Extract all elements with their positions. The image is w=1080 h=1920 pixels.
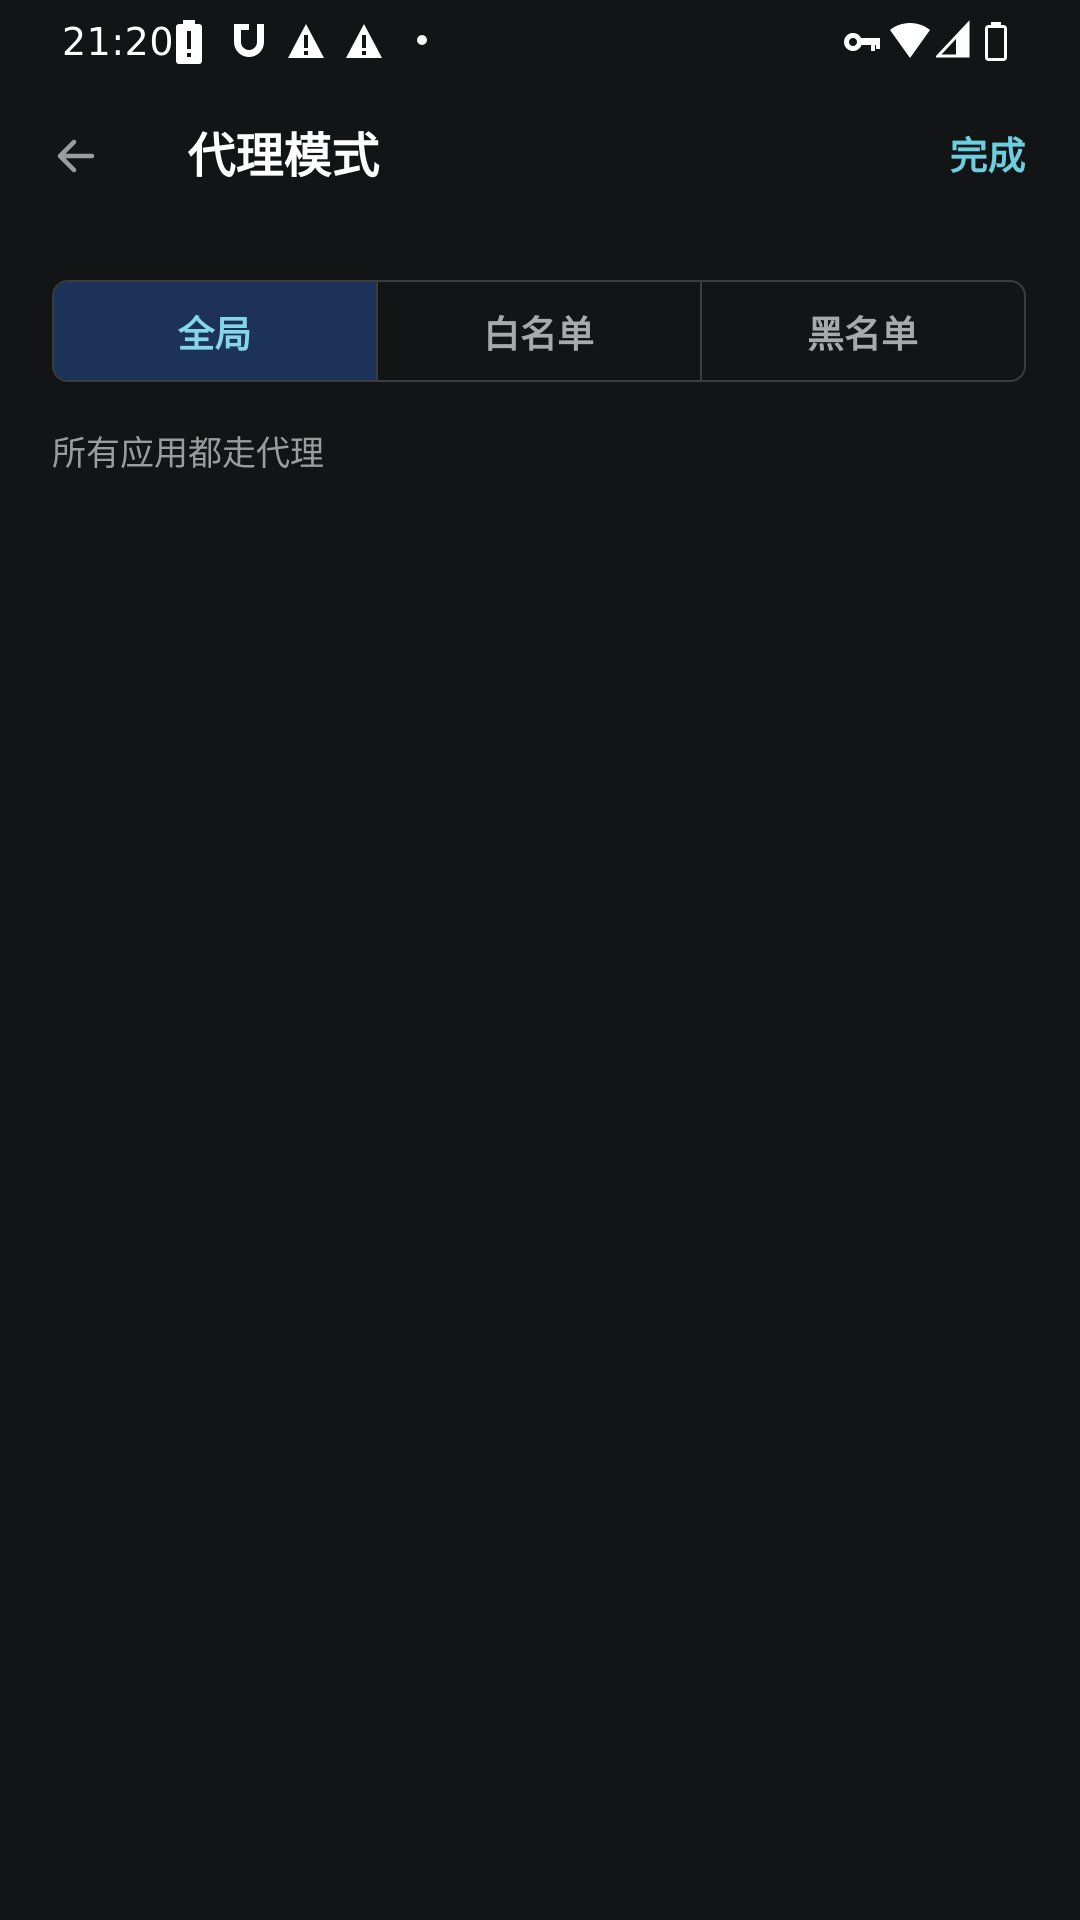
mode-description: 所有应用都走代理	[52, 434, 324, 474]
arrow-back-icon	[57, 139, 95, 173]
magnet-icon	[234, 24, 264, 57]
cell-signal-icon	[936, 20, 970, 58]
app-bar: 代理模式 完成	[0, 100, 1080, 212]
status-time: 21:20	[62, 20, 175, 64]
battery-alert-icon	[176, 20, 202, 64]
wifi-icon	[890, 22, 930, 58]
mode-selector: 全局 白名单 黑名单	[52, 280, 1026, 382]
done-button[interactable]: 完成	[950, 130, 1026, 182]
battery-icon	[985, 22, 1007, 61]
mode-option-blacklist[interactable]: 黑名单	[700, 282, 1024, 380]
warning-icon	[346, 24, 382, 58]
dot-icon	[417, 35, 427, 45]
back-button[interactable]	[36, 116, 116, 196]
vpn-key-icon	[844, 33, 880, 51]
mode-option-whitelist[interactable]: 白名单	[376, 282, 700, 380]
warning-icon	[288, 24, 324, 58]
screen: 21:20 代理模式 完成 全局 白名单 黑名单 所有应用都走代理	[0, 0, 1080, 1920]
status-bar: 21:20	[0, 0, 1080, 84]
page-title: 代理模式	[188, 128, 381, 184]
mode-option-global[interactable]: 全局	[54, 282, 376, 380]
